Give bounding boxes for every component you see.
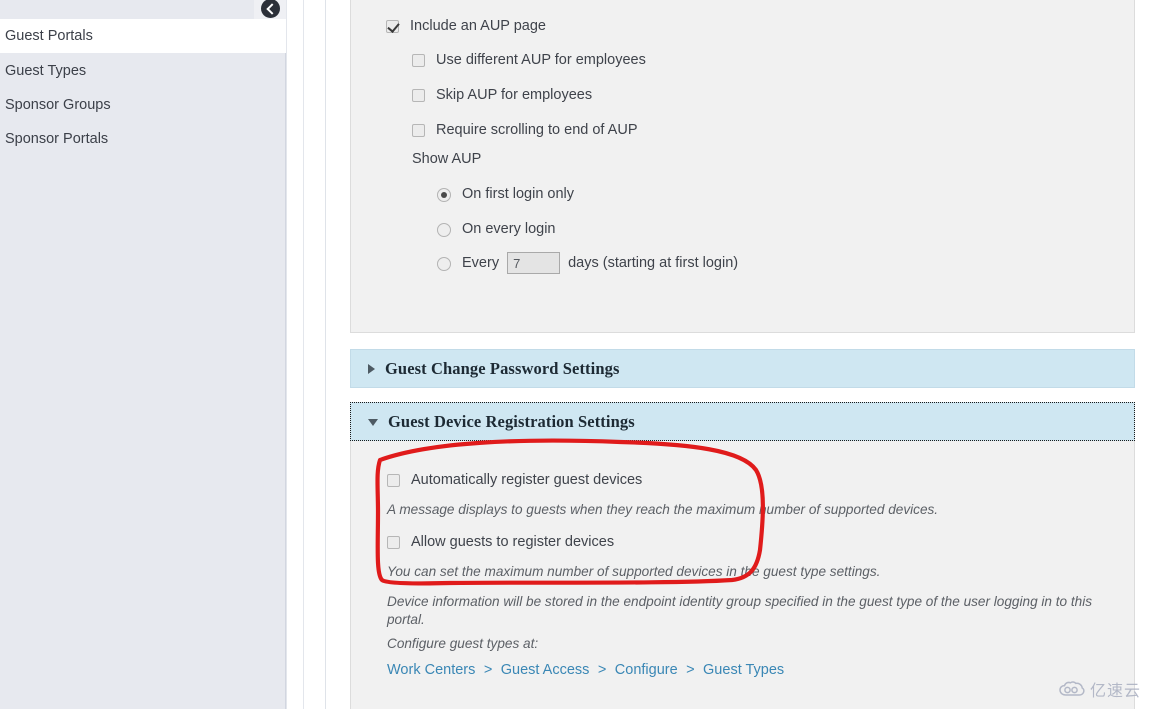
cloud-icon: [1059, 680, 1085, 696]
divider-line: [286, 0, 287, 709]
sidebar-collapse-button[interactable]: [254, 0, 286, 19]
use-different-aup-checkbox[interactable]: [412, 54, 425, 67]
require-scrolling-checkbox[interactable]: [412, 124, 425, 137]
require-scrolling-row[interactable]: Require scrolling to end of AUP: [412, 122, 638, 138]
sidebar-item-guest-portals[interactable]: Guest Portals: [0, 19, 286, 53]
breadcrumb-separator: >: [597, 662, 607, 678]
sidebar-item-label: Guest Types: [5, 63, 87, 79]
radio-on-first-login-row[interactable]: On first login only: [437, 186, 574, 202]
sidebar-item-label: Sponsor Groups: [5, 97, 111, 113]
breadcrumb-separator: >: [686, 662, 695, 678]
accordion-title: Guest Device Registration Settings: [388, 411, 635, 431]
auto-register-label: Automatically register guest devices: [411, 472, 643, 488]
allow-register-help-text: You can set the maximum number of suppor…: [387, 564, 881, 579]
accordion-guest-device-registration[interactable]: Guest Device Registration Settings: [350, 402, 1135, 441]
triangle-right-icon: [368, 363, 375, 374]
include-aup-label: Include an AUP page: [410, 18, 546, 34]
app-root: Guest Portals Guest Types Sponsor Groups…: [0, 0, 1149, 709]
include-aup-row[interactable]: Include an AUP page: [386, 18, 546, 34]
sidebar-header: [0, 0, 286, 19]
breadcrumb-link-work-centers[interactable]: Work Centers: [387, 662, 475, 678]
aup-days-input[interactable]: [507, 252, 561, 274]
watermark: 亿速云: [1059, 677, 1141, 701]
radio-on-first-login-label: On first login only: [462, 186, 575, 202]
breadcrumb-separator: >: [483, 662, 493, 678]
breadcrumb-link-guest-types[interactable]: Guest Types: [703, 662, 784, 678]
show-aup-group-label: Show AUP: [412, 151, 482, 167]
sidebar-item-guest-types[interactable]: Guest Types: [0, 54, 286, 88]
skip-aup-label: Skip AUP for employees: [436, 87, 593, 103]
configure-guest-types-note: Configure guest types at:: [387, 636, 539, 651]
radio-on-first-login[interactable]: [437, 188, 451, 202]
use-different-aup-label: Use different AUP for employees: [436, 52, 646, 68]
sidebar: Guest Portals Guest Types Sponsor Groups…: [0, 0, 286, 709]
radio-on-every-login[interactable]: [437, 223, 451, 237]
accordion-guest-change-password[interactable]: Guest Change Password Settings: [350, 349, 1135, 388]
aup-days-suffix-label: days (starting at first login): [568, 255, 739, 271]
use-different-aup-row[interactable]: Use different AUP for employees: [412, 52, 646, 68]
device-registration-panel: Automatically register guest devices A m…: [350, 441, 1135, 709]
auto-register-checkbox[interactable]: [387, 474, 400, 487]
content-area: Include an AUP page Use different AUP fo…: [350, 0, 1135, 709]
sidebar-item-label: Sponsor Portals: [5, 131, 109, 147]
breadcrumb-link-guest-access[interactable]: Guest Access: [501, 662, 590, 678]
aup-settings-panel: Include an AUP page Use different AUP fo…: [350, 0, 1135, 333]
breadcrumb-link-configure[interactable]: Configure: [615, 662, 678, 678]
radio-every-n-days[interactable]: [437, 257, 451, 271]
triangle-down-icon: [368, 419, 378, 426]
auto-register-help-text: A message displays to guests when they r…: [387, 502, 939, 517]
divider-line: [303, 0, 304, 709]
skip-aup-row[interactable]: Skip AUP for employees: [412, 87, 592, 103]
auto-register-row[interactable]: Automatically register guest devices: [387, 472, 642, 488]
skip-aup-checkbox[interactable]: [412, 89, 425, 102]
allow-register-row[interactable]: Allow guests to register devices: [387, 534, 614, 550]
divider-line: [325, 0, 326, 709]
include-aup-checkbox[interactable]: [386, 20, 399, 33]
sidebar-item-sponsor-groups[interactable]: Sponsor Groups: [0, 88, 286, 122]
watermark-text: 亿速云: [1089, 683, 1141, 700]
radio-every-n-days-row[interactable]: Every days (starting at first login): [437, 252, 739, 274]
radio-on-every-login-label: On every login: [462, 221, 556, 237]
sidebar-item-label: Guest Portals: [5, 28, 93, 44]
radio-on-every-login-row[interactable]: On every login: [437, 221, 556, 237]
breadcrumb: Work Centers > Guest Access > Configure …: [387, 661, 784, 679]
allow-register-label: Allow guests to register devices: [411, 534, 615, 550]
device-storage-note: Device information will be stored in the…: [387, 594, 1093, 627]
sidebar-item-sponsor-portals[interactable]: Sponsor Portals: [0, 122, 286, 156]
chevron-left-circle-icon: [260, 0, 280, 18]
radio-every-label: Every: [462, 255, 500, 271]
panel-divider-zone: [286, 0, 350, 709]
accordion-title: Guest Change Password Settings: [385, 358, 620, 378]
require-scrolling-label: Require scrolling to end of AUP: [436, 122, 638, 138]
allow-register-checkbox[interactable]: [387, 536, 400, 549]
